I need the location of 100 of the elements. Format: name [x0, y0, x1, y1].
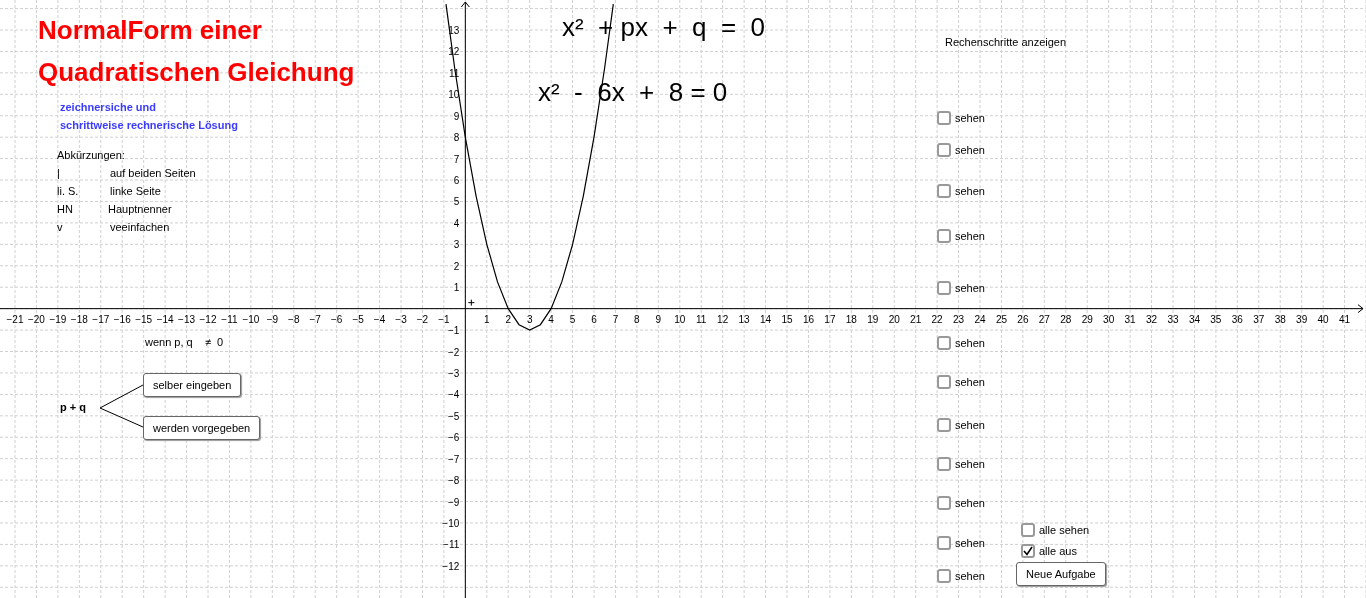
tick-label: 31	[1124, 313, 1136, 325]
new-task-button[interactable]: Neue Aufgabe	[1016, 562, 1106, 586]
tick-label: 9	[655, 313, 662, 325]
tick-label: 2	[505, 313, 511, 325]
checkbox[interactable]	[937, 111, 951, 125]
checkbox[interactable]	[1021, 523, 1035, 537]
checkbox[interactable]	[937, 418, 951, 432]
tick-label: −1	[438, 313, 450, 325]
tick-label: −19	[49, 313, 67, 325]
tick-label: 10	[674, 313, 686, 325]
tick-label: 25	[995, 313, 1007, 325]
checkbox-label[interactable]: sehen	[955, 111, 985, 125]
tick-label: 40	[1317, 313, 1329, 325]
tick-label: −9	[447, 496, 460, 508]
abbreviation-meaning: Hauptnenner	[108, 202, 172, 216]
checkbox-label[interactable]: sehen	[955, 496, 985, 510]
title-line: NormalForm einer	[38, 14, 262, 47]
tick-label: 5	[569, 313, 576, 325]
tick-label: 29	[1081, 313, 1093, 325]
tick-label: −16	[113, 313, 131, 325]
checkbox[interactable]	[937, 457, 951, 471]
tick-label: −2	[416, 313, 429, 325]
checkbox-label[interactable]: sehen	[955, 375, 985, 389]
tick-label: 14	[760, 313, 772, 325]
checkbox[interactable]	[937, 569, 951, 583]
abbreviation: HN	[57, 202, 73, 216]
tick-label: −2	[447, 346, 460, 358]
tick-label: −12	[442, 560, 460, 572]
tick-label: 34	[1188, 313, 1200, 325]
tick-label: −10	[242, 313, 260, 325]
checkbox-label[interactable]: sehen	[955, 229, 985, 243]
tick-label: 39	[1296, 313, 1308, 325]
pq-label: p + q	[60, 400, 86, 414]
tick-label: 9	[453, 110, 460, 122]
tick-label: −10	[442, 518, 460, 529]
abbreviation-meaning: linke Seite	[110, 184, 161, 198]
tick-label: −11	[443, 539, 460, 551]
tick-label: 4	[453, 217, 460, 229]
tick-label: 18	[845, 313, 857, 325]
tick-label: 37	[1253, 313, 1265, 325]
abbreviation-meaning: veeinfachen	[110, 220, 170, 234]
checkbox[interactable]	[937, 229, 951, 243]
tick-label: 26	[1017, 313, 1029, 325]
tick-label: −18	[70, 313, 88, 325]
tick-label: 12	[717, 313, 729, 325]
tick-label: 41	[1339, 313, 1351, 325]
subtitle-line: schrittweise rechnerische Lösung	[60, 118, 238, 132]
abbreviation: li. S.	[57, 184, 79, 198]
abbreviation: |	[57, 166, 60, 180]
tick-label: 13	[738, 313, 750, 325]
tick-label: 32	[1146, 313, 1158, 325]
tick-label: 5	[453, 196, 460, 208]
checkbox[interactable]	[937, 184, 951, 198]
tick-label: 6	[453, 175, 460, 187]
tick-label: 19	[867, 313, 879, 325]
tick-label: −15	[135, 313, 153, 325]
checkbox[interactable]	[937, 375, 951, 389]
checkbox[interactable]	[1021, 544, 1035, 558]
checkbox-label[interactable]: sehen	[955, 457, 985, 471]
tick-label: −14	[156, 313, 174, 325]
option-button[interactable]: selber eingeben	[143, 373, 242, 397]
tick-label: 3	[453, 239, 460, 251]
subtitle-line: zeichnersiche und	[60, 100, 156, 114]
checkbox[interactable]	[937, 536, 951, 550]
checkbox-label[interactable]: sehen	[955, 281, 985, 295]
tick-label: 3	[526, 313, 533, 325]
checkbox[interactable]	[937, 496, 951, 510]
abbreviation-meaning: auf beiden Seiten	[110, 166, 196, 180]
checkbox-label[interactable]: alle sehen	[1039, 523, 1090, 537]
checkbox-label[interactable]: sehen	[955, 418, 985, 432]
checkbox[interactable]	[937, 143, 951, 157]
tick-label: 22	[931, 313, 943, 325]
checkbox-label[interactable]: sehen	[955, 143, 985, 157]
checkbox-label[interactable]: alle aus	[1039, 544, 1077, 558]
tick-label: −12	[199, 313, 217, 325]
tick-label: 2	[453, 260, 460, 272]
checkbox-label[interactable]: sehen	[955, 569, 985, 583]
tick-label: −8	[288, 313, 300, 325]
tick-label: −7	[309, 313, 321, 325]
abbreviations-heading: Abkürzungen:	[57, 148, 125, 162]
tick-label: 1	[453, 282, 460, 294]
tick-label: −4	[373, 313, 386, 325]
abbreviation: v	[57, 220, 63, 234]
tick-label: 27	[1038, 313, 1050, 325]
tick-label: 1	[484, 313, 490, 325]
tick-label: −6	[330, 313, 343, 325]
checkbox-label[interactable]: sehen	[955, 536, 985, 550]
checkbox-label[interactable]: sehen	[955, 336, 985, 350]
checkbox[interactable]	[937, 281, 951, 295]
tick-label: −5	[352, 313, 364, 325]
tick-label: 38	[1274, 313, 1286, 325]
tick-label: 11	[696, 313, 707, 325]
checkbox-label[interactable]: sehen	[955, 184, 985, 198]
option-button[interactable]: werden vorgegeben	[143, 416, 261, 440]
tick-label: 7	[612, 313, 619, 325]
tick-label: 8	[634, 313, 640, 325]
tick-label: 17	[824, 313, 836, 325]
connector-line	[99, 384, 144, 409]
tick-label: −4	[447, 389, 460, 401]
checkbox[interactable]	[937, 336, 951, 350]
